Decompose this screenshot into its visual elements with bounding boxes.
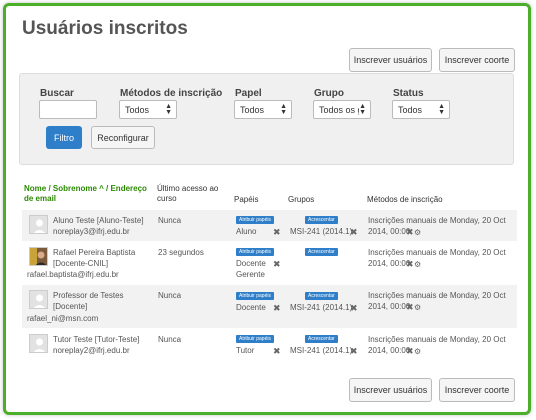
assign-roles-button[interactable]: Atribuir papéis xyxy=(236,335,274,343)
user-name[interactable]: Rafael Pereira Baptista xyxy=(53,247,135,258)
role-name: Gerente xyxy=(236,270,265,279)
avatar xyxy=(29,247,48,266)
enrol-users-button-bottom[interactable]: Inscrever usuários xyxy=(349,378,432,402)
gear-icon[interactable]: ⚙ xyxy=(414,347,421,356)
user-email: rafael.baptista@ifrj.edu.br xyxy=(27,270,119,279)
filter-button[interactable]: Filtro xyxy=(46,126,82,149)
enrol-method-date: 2014, 00:00 xyxy=(368,259,411,268)
gear-icon[interactable]: ⚙ xyxy=(414,303,421,312)
close-icon[interactable]: ✖ xyxy=(406,303,414,312)
groups-column-header: Grupos xyxy=(288,195,315,204)
close-icon[interactable]: ✖ xyxy=(350,304,358,313)
enrol-method: Inscrições manuais de Monday, 20 Oct xyxy=(368,216,506,225)
name-header-text: Nome / Sobrenome xyxy=(24,184,100,193)
role-select-value: Todos xyxy=(240,104,265,115)
method-label: Métodos de inscrição xyxy=(120,88,223,99)
close-icon[interactable]: ✖ xyxy=(350,228,358,237)
enrol-cohort-button-bottom[interactable]: Inscrever coorte xyxy=(439,378,515,402)
enrol-cohort-button-top[interactable]: Inscrever coorte xyxy=(439,48,515,72)
user-email: noreplay2@ifrj.edu.br xyxy=(53,346,130,355)
role-name: Docente xyxy=(236,259,266,268)
email-header-line2: de email xyxy=(24,194,57,203)
table-row: Rafael Pereira Baptista [Docente-CNIL] r… xyxy=(22,242,517,284)
avatar xyxy=(29,334,48,353)
select-arrows-icon: ▲ ▼ xyxy=(165,103,172,116)
group-name: MSI-241 (2014.1) xyxy=(290,227,353,236)
role-name: Docente xyxy=(236,303,266,312)
group-select-value: Todos os g xyxy=(319,104,363,115)
page-title: Usuários inscritos xyxy=(22,18,188,39)
select-arrows-icon: ▲ ▼ xyxy=(438,103,445,116)
user-name[interactable]: Professor de Testes xyxy=(53,290,124,301)
filter-form: Buscar Métodos de inscrição Todos ▲ ▼ Pap… xyxy=(19,73,514,165)
search-label: Buscar xyxy=(40,88,74,99)
close-icon[interactable]: ✖ xyxy=(273,228,281,237)
enrol-method-date: 2014, 00:00 xyxy=(368,227,411,236)
close-icon[interactable]: ✖ xyxy=(350,347,358,356)
status-select-value: Todos xyxy=(398,104,423,115)
select-arrows-icon: ▲ ▼ xyxy=(359,103,366,116)
method-select[interactable]: Todos ▲ ▼ xyxy=(119,100,177,119)
enrol-method: Inscrições manuais de Monday, 20 Oct xyxy=(368,248,506,257)
select-arrows-icon: ▲ ▼ xyxy=(280,103,287,116)
last-access-column-header[interactable]: Último acesso ao curso xyxy=(157,184,218,204)
close-icon[interactable]: ✖ xyxy=(273,260,281,269)
last-access-header-line2: curso xyxy=(157,194,177,203)
add-group-button[interactable]: Acrescentar xyxy=(305,335,338,343)
assign-roles-button[interactable]: Atribuir papéis xyxy=(236,292,274,300)
avatar xyxy=(29,290,48,309)
close-icon[interactable]: ✖ xyxy=(406,347,414,356)
enrol-method-date: 2014, 00:00 xyxy=(368,302,411,311)
last-access-header-line1: Último acesso ao xyxy=(157,184,219,193)
close-icon[interactable]: ✖ xyxy=(273,347,281,356)
enrol-users-button-top[interactable]: Inscrever usuários xyxy=(349,48,432,72)
roles-column-header: Papéis xyxy=(234,195,259,204)
avatar xyxy=(29,215,48,234)
role-name: Aluno xyxy=(236,227,257,236)
assign-roles-button[interactable]: Atribuir papéis xyxy=(236,248,274,256)
group-select[interactable]: Todos os g ▲ ▼ xyxy=(313,100,371,119)
group-label: Grupo xyxy=(314,88,344,99)
close-icon[interactable]: ✖ xyxy=(406,260,414,269)
user-name[interactable]: Aluno Teste [Aluno-Teste] xyxy=(53,215,144,226)
user-name[interactable]: Tutor Teste [Tutor-Teste] xyxy=(53,334,139,345)
status-select[interactable]: Todos ▲ ▼ xyxy=(392,100,450,119)
table-row: Tutor Teste [Tutor-Teste] noreplay2@ifrj… xyxy=(22,329,517,361)
last-access: 23 segundos xyxy=(158,248,204,257)
last-access: Nunca xyxy=(158,291,182,300)
enrolled-users-panel: Usuários inscritos Inscrever usuários In… xyxy=(3,3,531,415)
gear-icon[interactable]: ⚙ xyxy=(414,228,421,237)
user-email: rafael_ni@msn.com xyxy=(27,314,99,323)
add-group-button[interactable]: Acrescentar xyxy=(305,292,338,300)
name-column-header[interactable]: Nome / Sobrenome ^ / Endereço de email xyxy=(24,184,147,204)
role-label: Papel xyxy=(235,88,262,99)
group-name: MSI-241 (2014.1) xyxy=(290,346,353,355)
table-row: Professor de Testes [Docente] rafael_ni@… xyxy=(22,285,517,328)
search-input[interactable] xyxy=(39,100,97,119)
table-row: Aluno Teste [Aluno-Teste] noreplay3@ifrj… xyxy=(22,210,517,241)
user-email: noreplay3@ifrj.edu.br xyxy=(53,227,130,236)
method-select-value: Todos xyxy=(125,104,150,115)
enrol-method-date: 2014, 00:00 xyxy=(368,346,411,355)
user-name-line2[interactable]: [Docente-CNIL] xyxy=(53,258,108,269)
close-icon[interactable]: ✖ xyxy=(406,228,414,237)
enrol-method: Inscrições manuais de Monday, 20 Oct xyxy=(368,335,506,344)
last-access: Nunca xyxy=(158,335,182,344)
close-icon[interactable]: ✖ xyxy=(273,304,281,313)
add-group-button[interactable]: Acrescentar xyxy=(305,248,338,256)
reset-button[interactable]: Reconfigurar xyxy=(91,126,155,149)
methods-column-header: Métodos de inscrição xyxy=(367,195,443,204)
enrol-method: Inscrições manuais de Monday, 20 Oct xyxy=(368,291,506,300)
user-name-line2[interactable]: [Docente] xyxy=(53,301,87,312)
add-group-button[interactable]: Acrescentar xyxy=(305,216,338,224)
status-label: Status xyxy=(393,88,424,99)
gear-icon[interactable]: ⚙ xyxy=(414,260,421,269)
last-access: Nunca xyxy=(158,216,182,225)
assign-roles-button[interactable]: Atribuir papéis xyxy=(236,216,274,224)
group-name: MSI-241 (2014.1) xyxy=(290,303,353,312)
email-header-text: / Endereço xyxy=(103,184,147,193)
role-name: Tutor xyxy=(236,346,255,355)
role-select[interactable]: Todos ▲ ▼ xyxy=(234,100,292,119)
